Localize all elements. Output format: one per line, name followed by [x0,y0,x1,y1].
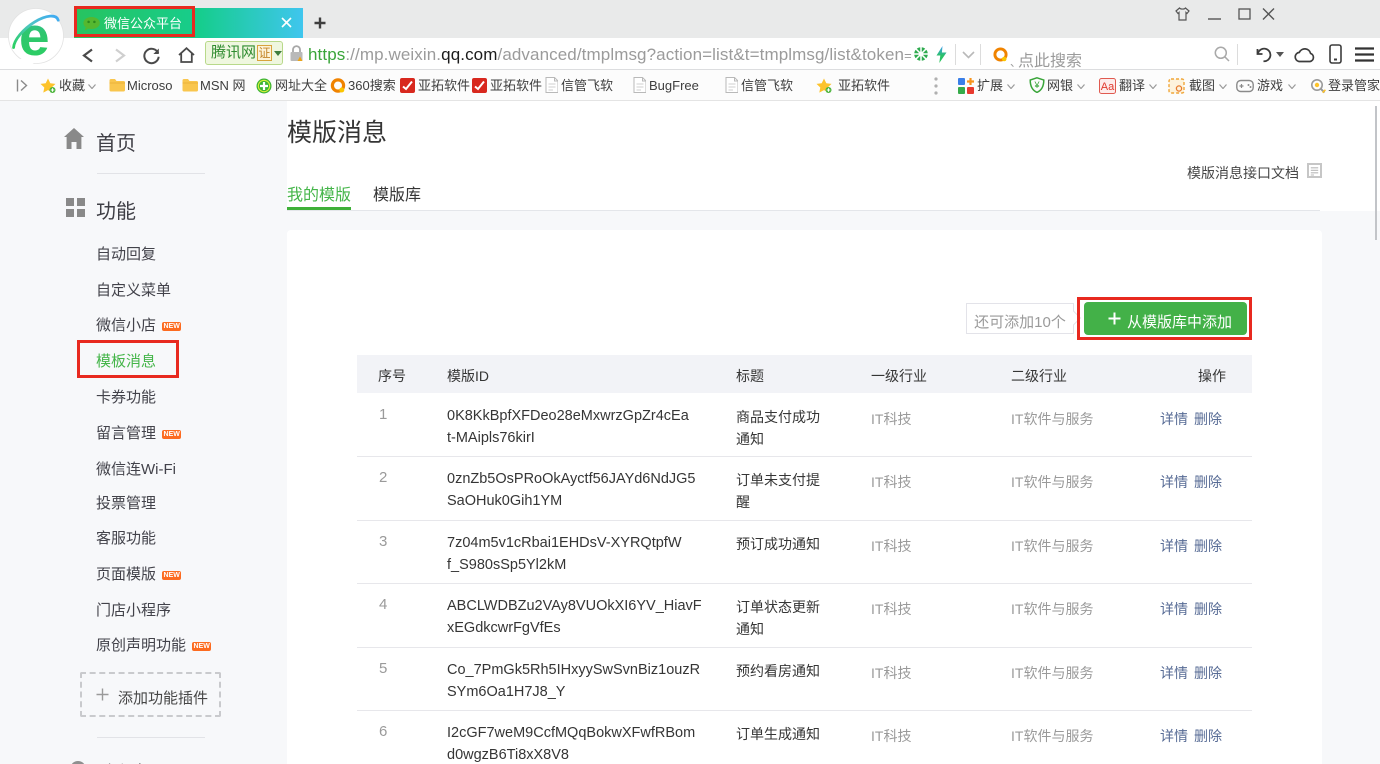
svg-text:¥: ¥ [1033,80,1040,90]
svg-text:e: e [19,5,50,67]
svg-text:Aa: Aa [1101,81,1115,93]
